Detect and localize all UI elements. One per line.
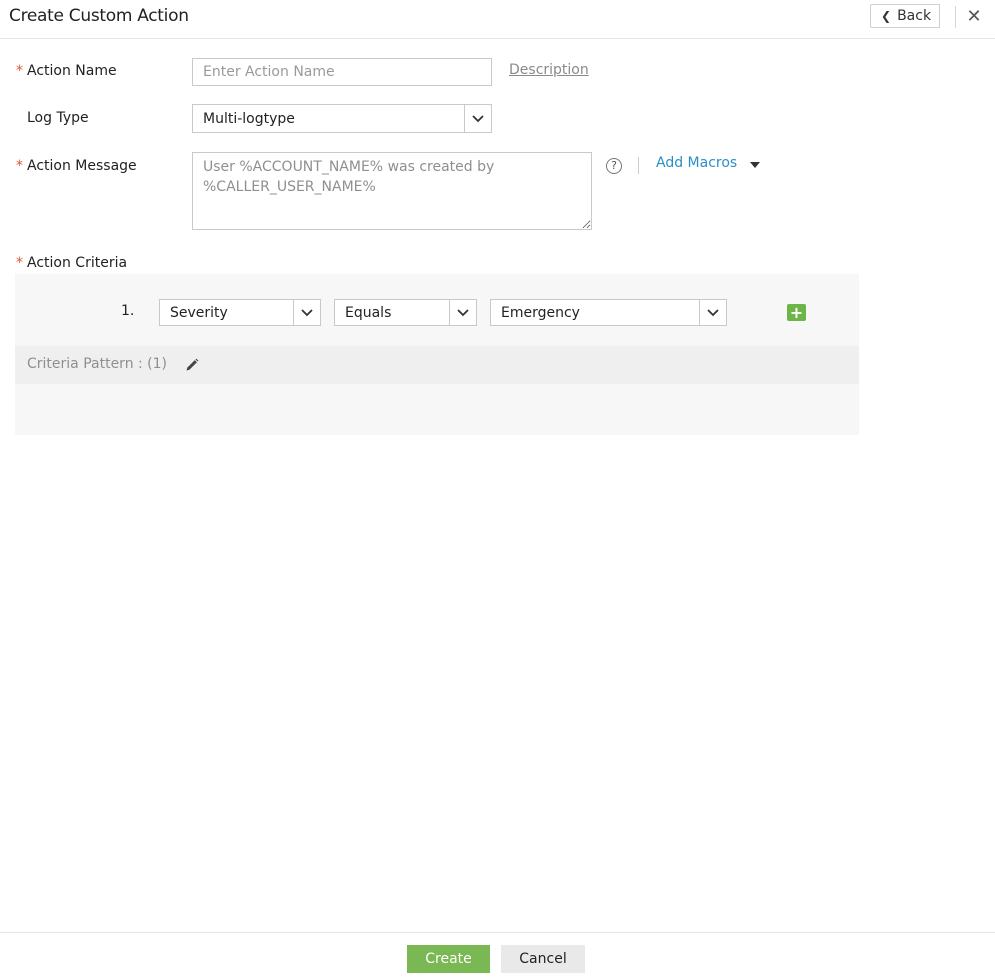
required-marker: * — [16, 63, 23, 79]
criteria-value-value: Emergency — [501, 304, 580, 321]
macros-divider — [638, 157, 639, 174]
create-button[interactable]: Create — [407, 945, 490, 973]
action-message-textarea[interactable]: User %ACCOUNT_NAME% was created by %CALL… — [192, 152, 592, 230]
back-button[interactable]: ❮ Back — [870, 4, 940, 28]
dialog-header: Create Custom Action ❮ Back ✕ — [0, 0, 995, 39]
description-link[interactable]: Description — [509, 62, 589, 78]
criteria-operator-value: Equals — [345, 304, 392, 321]
action-message-label: * Action Message — [16, 158, 137, 174]
chevron-down-icon[interactable] — [449, 300, 476, 325]
criteria-pattern-text: Criteria Pattern : (1) — [27, 356, 168, 372]
action-criteria-label: * Action Criteria — [16, 255, 128, 271]
pencil-icon[interactable] — [184, 357, 200, 373]
back-button-label: Back — [897, 8, 932, 24]
close-icon[interactable]: ✕ — [964, 6, 984, 28]
page-title: Create Custom Action — [9, 6, 189, 26]
required-marker: * — [16, 158, 23, 174]
chevron-down-icon[interactable] — [464, 105, 491, 132]
chevron-down-icon[interactable] — [293, 300, 320, 325]
footer-divider — [0, 932, 995, 933]
log-type-label: Log Type — [27, 110, 89, 126]
log-type-value: Multi-logtype — [203, 110, 295, 127]
required-marker: * — [16, 255, 23, 271]
criteria-operator-select[interactable]: Equals — [334, 299, 477, 326]
chevron-left-icon: ❮ — [881, 9, 892, 23]
caret-down-icon[interactable] — [750, 162, 760, 168]
plus-square-icon[interactable]: + — [787, 304, 806, 321]
question-circle-icon[interactable]: ? — [606, 158, 622, 174]
criteria-value-select[interactable]: Emergency — [490, 299, 727, 326]
log-type-select[interactable]: Multi-logtype — [192, 104, 492, 133]
criteria-field-value: Severity — [170, 304, 228, 321]
cancel-button[interactable]: Cancel — [501, 945, 585, 973]
action-name-input[interactable] — [192, 58, 492, 86]
action-name-label: * Action Name — [16, 63, 117, 79]
chevron-down-icon[interactable] — [699, 300, 726, 325]
header-divider — [955, 6, 956, 28]
criteria-row-number: 1. — [121, 303, 135, 319]
criteria-field-select[interactable]: Severity — [159, 299, 321, 326]
add-macros-link[interactable]: Add Macros — [656, 155, 737, 171]
